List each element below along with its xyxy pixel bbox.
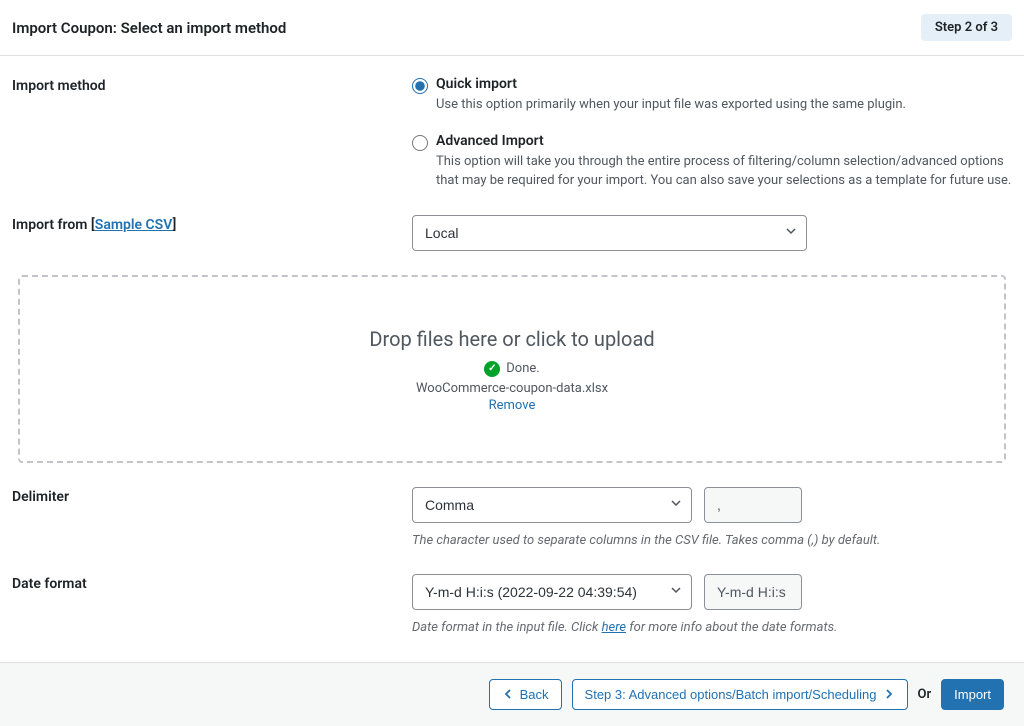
delimiter-help: The character used to separate columns i… xyxy=(412,531,1012,551)
quick-import-title: Quick import xyxy=(436,76,1012,92)
date-format-label: Date format xyxy=(12,574,412,638)
page-title: Import Coupon: Select an import method xyxy=(12,19,286,37)
import-button[interactable]: Import xyxy=(941,679,1004,710)
delimiter-label: Delimiter xyxy=(12,487,412,551)
quick-import-radio[interactable] xyxy=(412,78,428,94)
done-text: Done. xyxy=(506,361,539,376)
uploaded-filename: WooCommerce-coupon-data.xlsx xyxy=(40,381,984,396)
quick-import-desc: Use this option primarily when your inpu… xyxy=(436,95,1012,115)
delimiter-value[interactable] xyxy=(704,487,802,523)
import-from-select[interactable]: Local xyxy=(412,215,807,251)
date-format-select[interactable]: Y-m-d H:i:s (2022-09-22 04:39:54) xyxy=(412,574,692,610)
advanced-import-radio[interactable] xyxy=(412,135,428,151)
dropzone-title: Drop files here or click to upload xyxy=(40,327,984,351)
or-text: Or xyxy=(918,687,932,702)
advanced-import-title: Advanced Import xyxy=(436,133,1012,149)
date-format-help-link[interactable]: here xyxy=(602,620,626,635)
date-format-value[interactable] xyxy=(704,574,802,610)
delimiter-select[interactable]: Comma xyxy=(412,487,692,523)
import-from-label: Import from [Sample CSV] xyxy=(12,215,412,251)
remove-file-link[interactable]: Remove xyxy=(40,398,984,413)
check-circle-icon: ✓ xyxy=(484,361,500,377)
advanced-import-desc: This option will take you through the en… xyxy=(436,152,1012,191)
chevron-left-icon xyxy=(502,688,514,700)
back-button[interactable]: Back xyxy=(489,679,562,710)
next-step-button[interactable]: Step 3: Advanced options/Batch import/Sc… xyxy=(572,679,908,710)
import-method-label: Import method xyxy=(12,76,412,191)
file-dropzone[interactable]: Drop files here or click to upload ✓ Don… xyxy=(18,275,1006,463)
chevron-right-icon xyxy=(883,688,895,700)
sample-csv-link[interactable]: Sample CSV xyxy=(95,217,173,233)
date-format-help: Date format in the input file. Click her… xyxy=(412,618,1012,638)
step-badge: Step 2 of 3 xyxy=(921,14,1012,41)
